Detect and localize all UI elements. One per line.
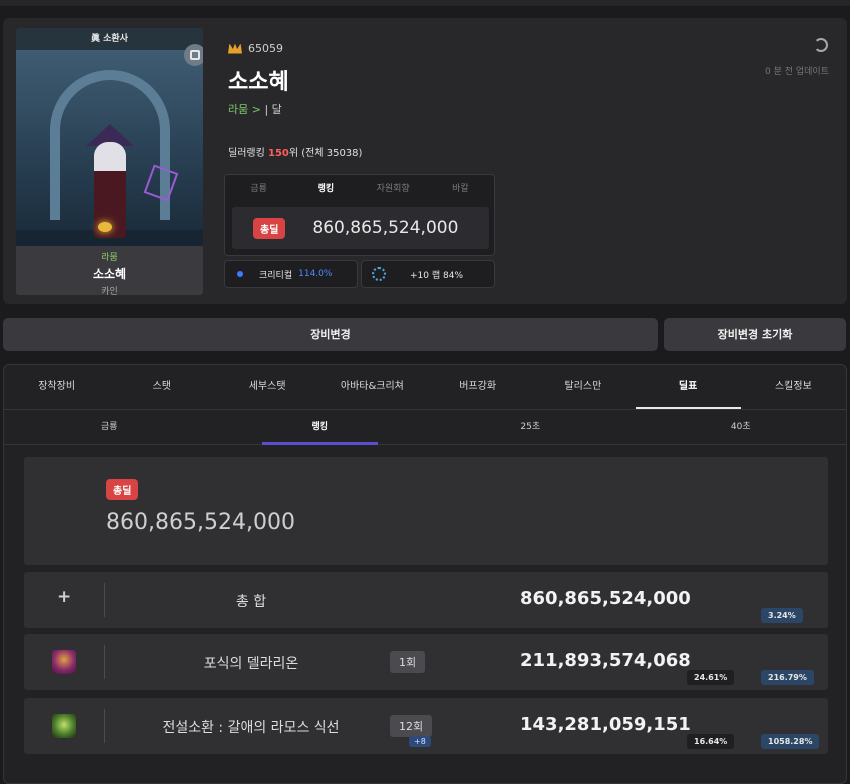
tab-buff[interactable]: 버프강화 xyxy=(425,365,530,409)
skill-blue-pct: 1058.28% xyxy=(761,734,820,749)
skill-damage: 143,281,059,151 xyxy=(520,714,691,735)
fame-value: 65059 xyxy=(248,42,283,55)
subtab-geumryong[interactable]: 금룡 xyxy=(4,410,215,444)
rankbox-tab-bakal[interactable]: 바칼 xyxy=(427,175,494,203)
portrait-name: 소소혜 xyxy=(92,267,127,281)
character-name: 소소혜 xyxy=(228,70,289,95)
tab-skill-info[interactable]: 스킬정보 xyxy=(741,365,846,409)
skill-blue-pct: 3.24% xyxy=(761,608,803,623)
rune-chip: +10 랩 84% xyxy=(361,260,495,288)
rankbox-tab-geumryong[interactable]: 금룡 xyxy=(225,175,292,203)
reset-equip-button[interactable]: 장비변경 초기화 xyxy=(664,318,846,351)
rank-suffix: 위 (전체 35038) xyxy=(288,148,363,159)
rank-prefix: 딜러랭킹 xyxy=(228,148,268,159)
total-badge: 총딜 xyxy=(106,479,139,500)
top-bar xyxy=(0,0,850,6)
rankbox-value-panel: 총딜 860,865,524,000 xyxy=(232,207,489,249)
guild-name: | 달 xyxy=(260,103,282,116)
rune-label: +10 랩 84% xyxy=(410,270,463,281)
skill-name: 포식의 델라리온 xyxy=(203,656,299,672)
skill-delarion-icon xyxy=(52,650,76,674)
skill-dark-pct: 24.61% xyxy=(687,670,735,685)
rank-value: 150 xyxy=(267,148,289,159)
rune-icon xyxy=(372,267,386,281)
portrait-class: 카인 xyxy=(101,287,118,295)
crit-label: 크리티컬 xyxy=(259,270,293,281)
skill-damage: 211,893,574,068 xyxy=(520,650,691,671)
skill-damage: 860,865,524,000 xyxy=(520,588,691,609)
character-portrait: 眞 소환사 라뭄 소소혜 카인 xyxy=(16,28,203,295)
server-link[interactable]: 라뭄 > xyxy=(228,103,261,116)
sub-tabs: 금룡 랭킹 25초 40초 xyxy=(4,410,846,445)
character-image xyxy=(16,50,203,246)
tab-detail-stats[interactable]: 세부스탯 xyxy=(215,365,320,409)
subtab-25s[interactable]: 25초 xyxy=(425,410,636,444)
portrait-title: 眞 소환사 xyxy=(16,28,203,50)
tab-avatar-creature[interactable]: 아바타&크리쳐 xyxy=(320,365,425,409)
expand-icon[interactable]: + xyxy=(57,587,71,607)
tab-stats[interactable]: 스탯 xyxy=(109,365,214,409)
fame-icon xyxy=(228,43,242,54)
table-row[interactable]: + 총 합 860,865,524,000 3.24% xyxy=(24,572,828,628)
updated-text: 0 분 전 업데이트 xyxy=(765,67,829,77)
tab-talisman[interactable]: 탈리스만 xyxy=(530,365,635,409)
total-damage-card: 총딜 860,865,524,000 xyxy=(24,457,828,565)
table-row[interactable]: 포식의 델라리온 1회 211,893,574,068 24.61% 216.7… xyxy=(24,634,828,690)
capture-icon[interactable] xyxy=(184,44,203,66)
fame: 65059 xyxy=(228,42,283,55)
portrait-server: 라뭄 xyxy=(101,253,118,263)
rankbox-tab-resource[interactable]: 자원회향 xyxy=(360,175,427,203)
total-damage-value: 860,865,524,000 xyxy=(106,510,295,535)
skill-ramos-icon xyxy=(52,714,76,738)
subtab-ranking[interactable]: 랭킹 xyxy=(215,410,426,445)
change-equip-button[interactable]: 장비변경 xyxy=(3,318,658,351)
main-tabs: 장착장비 스탯 세부스탯 아바타&크리쳐 버프강화 탈리스만 딜표 스킬정보 xyxy=(4,365,846,410)
refresh-icon[interactable] xyxy=(814,38,828,52)
profile-card: 眞 소환사 라뭄 소소혜 카인 65059 소소혜 라뭄 > | 달 0 분 전… xyxy=(3,18,847,304)
crit-chip: 크리티컬 114.0% xyxy=(224,260,358,288)
skill-name: 총 합 xyxy=(235,594,267,610)
skill-count: 12회 xyxy=(390,715,433,737)
skill-count: 1회 xyxy=(390,651,426,673)
subtab-40s[interactable]: 40초 xyxy=(636,410,847,444)
skill-blue-pct: 216.79% xyxy=(761,670,814,685)
tab-equipment[interactable]: 장착장비 xyxy=(4,365,109,409)
rank-box: 금룡 랭킹 자원회향 바칼 총딜 860,865,524,000 xyxy=(224,174,495,256)
rankbox-total-damage: 860,865,524,000 xyxy=(312,218,459,238)
content-panel: 장착장비 스탯 세부스탯 아바타&크리쳐 버프강화 탈리스만 딜표 스킬정보 금… xyxy=(3,364,847,784)
server-line: 라뭄 > | 달 xyxy=(228,101,282,117)
skill-name: 전설소환 : 갈애의 라모스 식선 xyxy=(162,720,340,736)
total-damage-badge: 총딜 xyxy=(253,217,286,239)
skill-dark-pct: 16.64% xyxy=(687,734,735,749)
rankbox-tab-ranking[interactable]: 랭킹 xyxy=(292,175,359,203)
crit-dot-icon xyxy=(237,271,243,277)
portrait-info: 라뭄 소소혜 카인 xyxy=(16,246,203,295)
dealer-ranking: 딜러랭킹 150위 (전체 35038) xyxy=(228,144,362,159)
tab-damage-table[interactable]: 딜표 xyxy=(635,365,742,409)
crit-pct: 114.0% xyxy=(298,269,333,279)
table-row[interactable]: 전설소환 : 갈애의 라모스 식선 12회 +8 143,281,059,151… xyxy=(24,698,828,754)
skill-plus-badge: +8 xyxy=(409,736,431,747)
